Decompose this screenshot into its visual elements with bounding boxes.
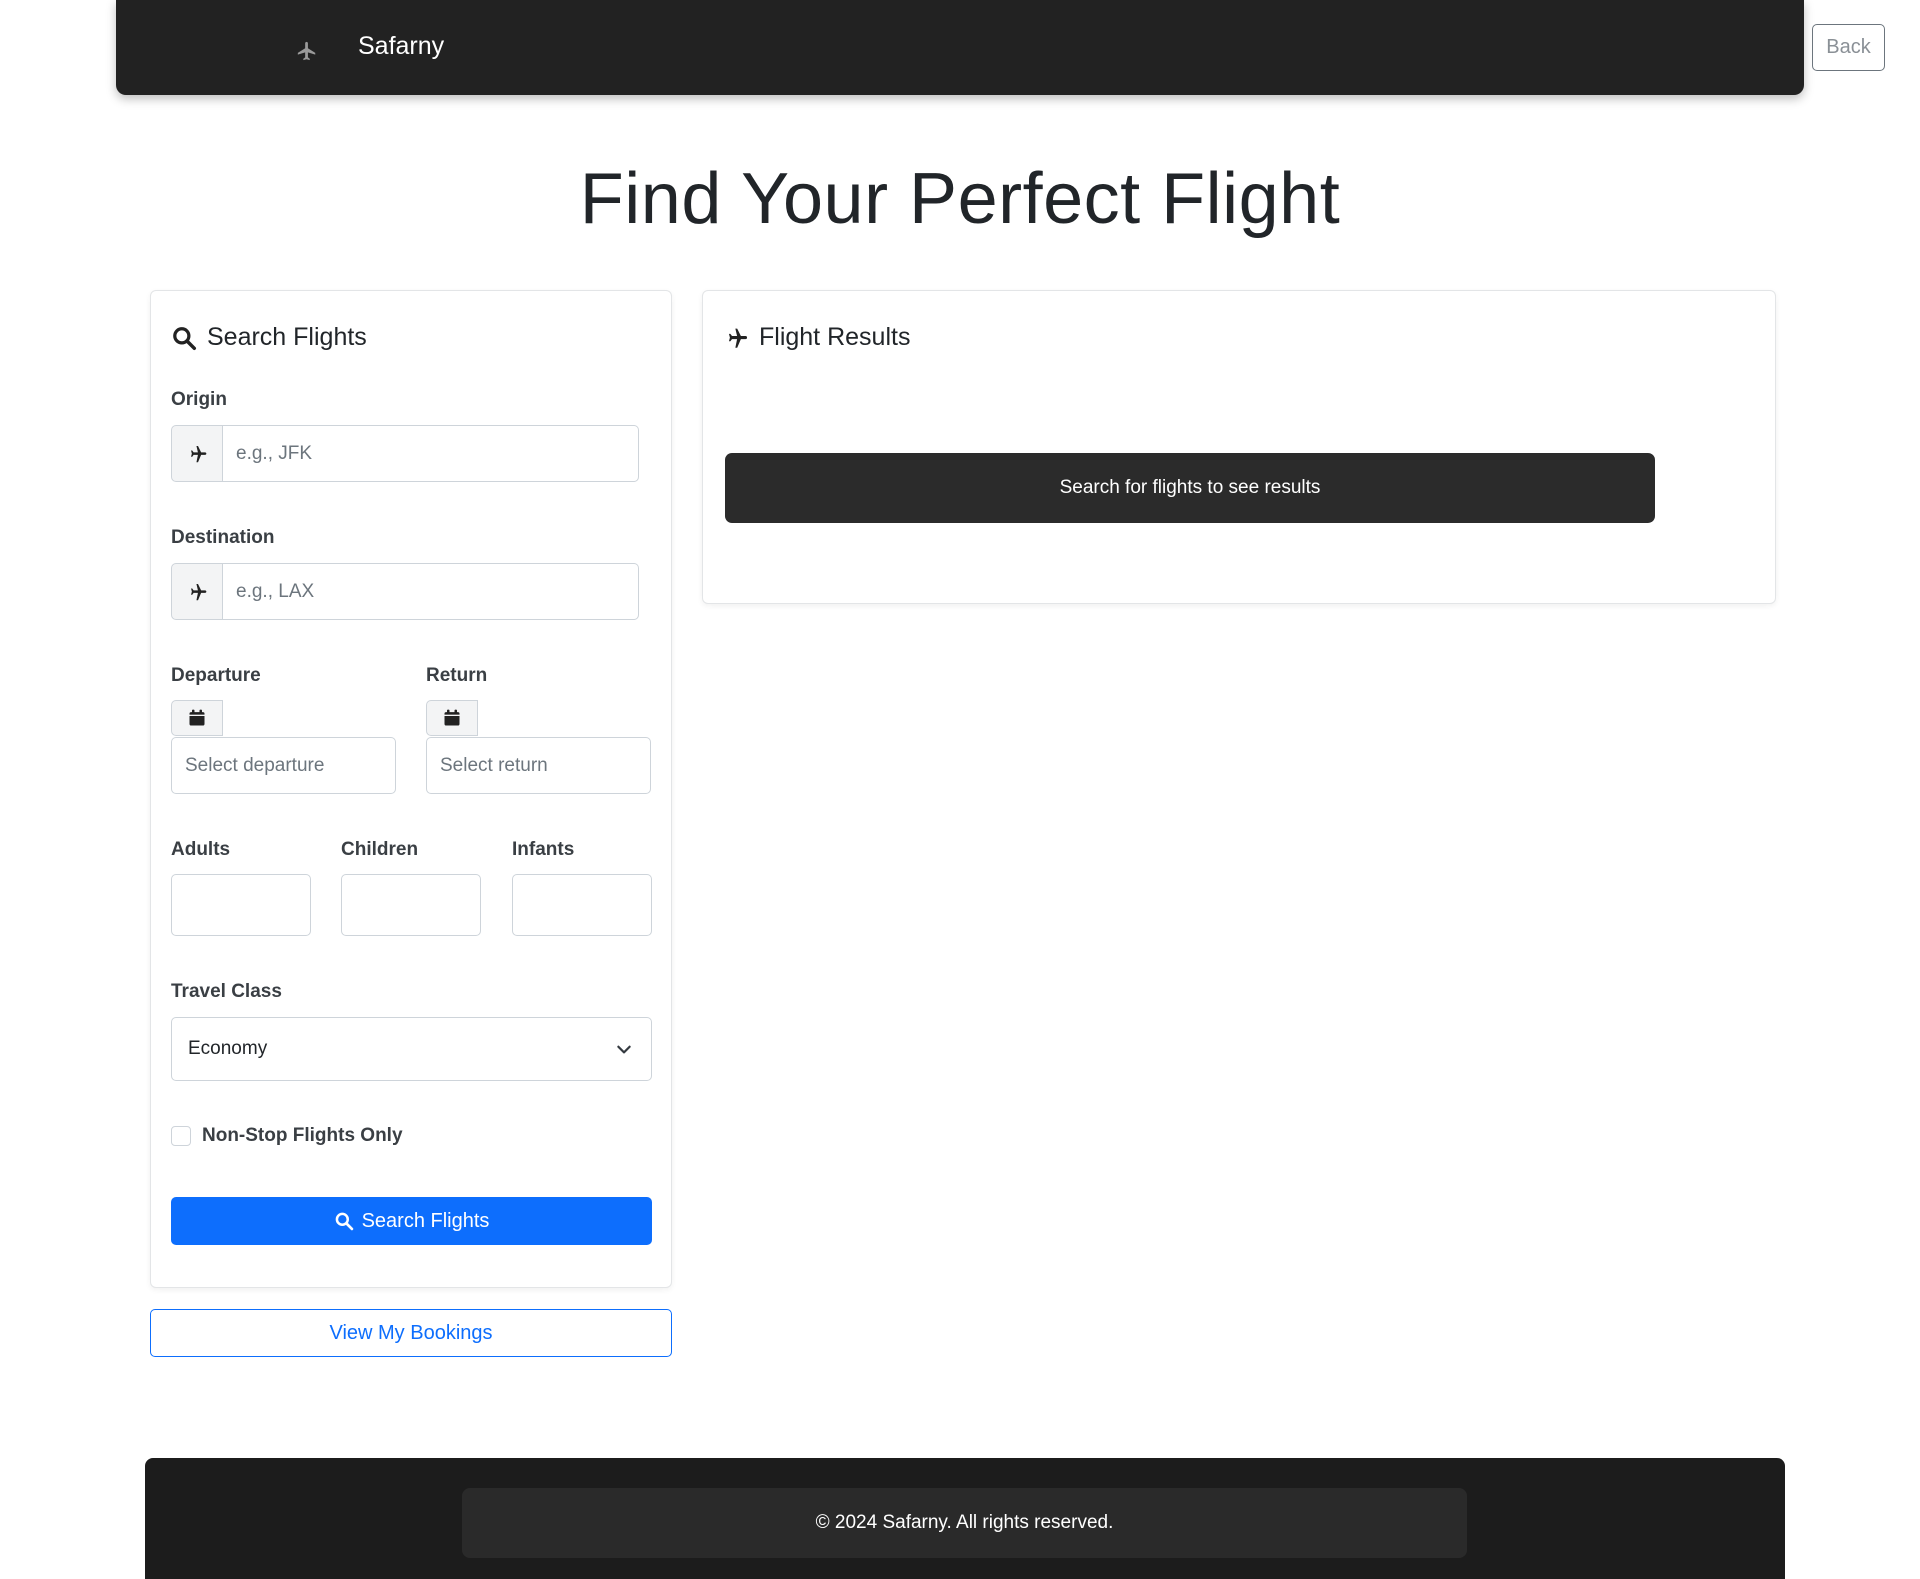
nonstop-row: Non-Stop Flights Only	[171, 1125, 403, 1147]
return-date-input[interactable]	[426, 737, 651, 794]
children-label: Children	[341, 839, 419, 860]
chevron-down-icon	[615, 1040, 633, 1058]
search-icon	[171, 325, 197, 351]
brand-logo-icon[interactable]	[296, 40, 318, 62]
destination-input-group	[171, 563, 639, 620]
infants-label: Infants	[512, 839, 575, 860]
footer: © 2024 Safarny. All rights reserved.	[145, 1458, 1785, 1579]
plane-icon	[723, 325, 749, 351]
flight-results-card: Flight Results Search for flights to see…	[702, 290, 1776, 604]
results-empty-message: Search for flights to see results	[725, 453, 1655, 523]
back-button[interactable]: Back	[1812, 24, 1885, 71]
search-flights-button[interactable]: Search Flights	[171, 1197, 652, 1245]
view-bookings-button[interactable]: View My Bookings	[150, 1309, 672, 1357]
adults-label: Adults	[171, 839, 231, 860]
adults-input[interactable]	[171, 874, 311, 936]
origin-input-group	[171, 425, 639, 482]
page-title: Find Your Perfect Flight	[579, 159, 1341, 239]
origin-input[interactable]	[223, 425, 639, 482]
navbar: Safarny Back	[116, 0, 1885, 95]
travel-class-value: Economy	[188, 1038, 268, 1059]
results-card-title: Flight Results	[759, 323, 911, 351]
departure-label: Departure	[171, 665, 261, 686]
nonstop-checkbox[interactable]	[171, 1126, 191, 1146]
results-card-header: Flight Results	[723, 323, 910, 352]
travel-class-select[interactable]: Economy	[171, 1017, 652, 1081]
travel-class-label: Travel Class	[171, 981, 282, 1002]
departure-date-input[interactable]	[171, 737, 396, 794]
search-flights-card: Search Flights Origin Destination Depart…	[150, 290, 672, 1288]
destination-label: Destination	[171, 527, 275, 548]
infants-input[interactable]	[512, 874, 652, 936]
origin-label: Origin	[171, 389, 227, 410]
search-card-header: Search Flights	[171, 323, 367, 352]
brand-name[interactable]: Safarny	[358, 32, 444, 61]
nonstop-label[interactable]: Non-Stop Flights Only	[202, 1125, 403, 1147]
calendar-icon	[171, 700, 223, 736]
return-label: Return	[426, 665, 488, 686]
destination-input[interactable]	[223, 563, 639, 620]
plane-icon	[171, 425, 223, 482]
footer-copyright: © 2024 Safarny. All rights reserved.	[462, 1488, 1467, 1558]
plane-icon	[171, 563, 223, 620]
search-card-title: Search Flights	[207, 323, 367, 351]
search-button-label: Search Flights	[361, 1209, 490, 1232]
search-icon	[335, 1212, 353, 1231]
children-input[interactable]	[341, 874, 481, 936]
calendar-icon	[426, 700, 478, 736]
